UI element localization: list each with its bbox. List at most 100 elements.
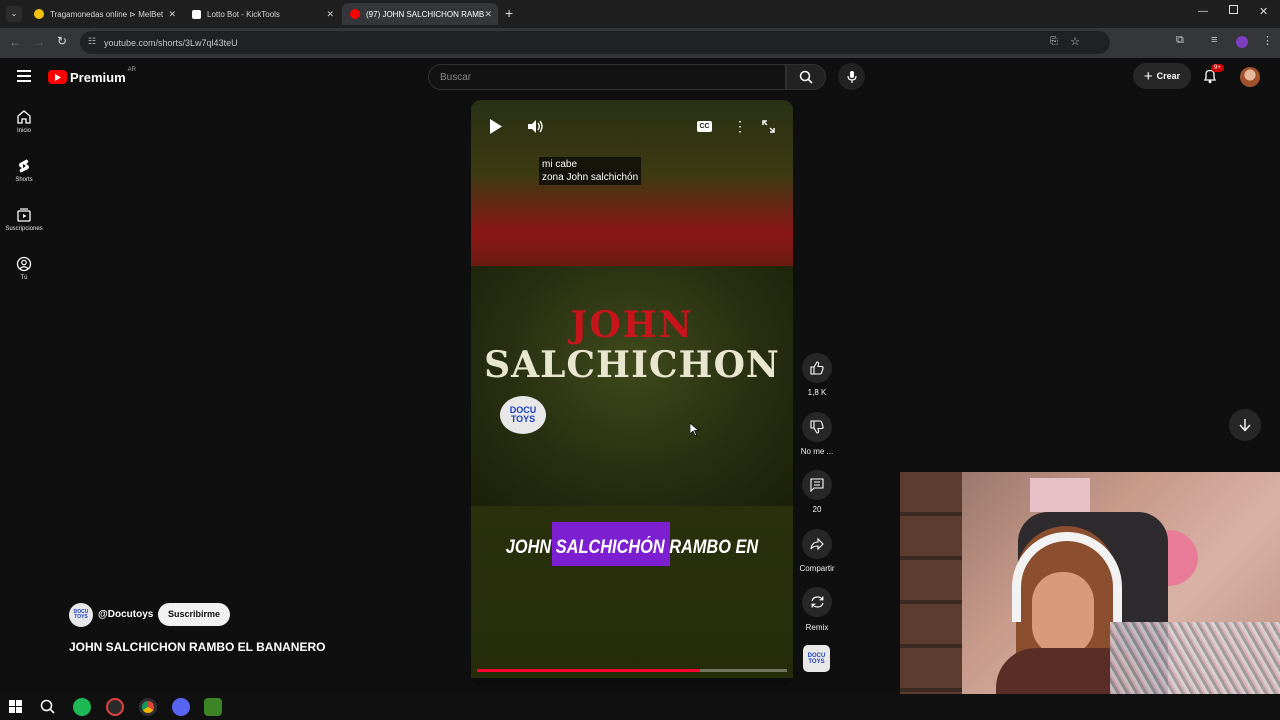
cc-icon: CC	[697, 121, 712, 132]
sidebar-item-label: Suscripciones	[5, 226, 43, 232]
you-icon	[16, 256, 32, 272]
arrow-down-icon	[1239, 419, 1251, 432]
webcam-overlay	[900, 472, 1280, 720]
play-button[interactable]	[489, 119, 503, 139]
comment-icon	[810, 478, 824, 492]
volume-icon	[528, 120, 543, 133]
channel-handle[interactable]: @Docutoys	[98, 609, 153, 620]
fullscreen-icon	[762, 120, 775, 133]
close-tab-icon[interactable]: ✕	[326, 9, 334, 20]
thumbs-down-icon	[810, 420, 824, 434]
browser-tab-1[interactable]: Tragamonedas online ⊳ MelBet ✕	[26, 3, 182, 25]
microphone-icon	[846, 70, 857, 83]
bookmark-star-icon[interactable]: ☆	[1070, 35, 1080, 48]
play-icon	[490, 119, 502, 134]
sidebar-item-shorts[interactable]: Shorts	[0, 158, 48, 183]
sidebar-item-label: Shorts	[15, 177, 33, 183]
avatar-badge-text: DOCU TOYS	[73, 609, 89, 620]
profile-avatar-icon[interactable]	[1236, 36, 1248, 48]
spotify-icon[interactable]	[73, 698, 91, 716]
webcam-wall-art	[1030, 478, 1090, 512]
logo-text: Premium	[70, 69, 126, 85]
voice-search-button[interactable]	[838, 63, 865, 90]
browser-menu-icon[interactable]: ⋮	[1262, 34, 1273, 47]
sidebar-item-tu[interactable]: Tú	[0, 256, 48, 281]
close-window-icon[interactable]: ✕	[1259, 5, 1268, 18]
hamburger-menu-icon[interactable]	[17, 70, 31, 82]
comments-button[interactable]	[802, 470, 832, 500]
next-video-button[interactable]	[1229, 409, 1261, 441]
video-title-top: JOHN	[570, 304, 694, 346]
shorts-icon	[19, 159, 29, 173]
minecraft-icon[interactable]	[204, 698, 222, 716]
shorts-video-player[interactable]: CC ⋮ mi cabe zona John salchichón JOHN S…	[471, 100, 793, 686]
search-input[interactable]: Buscar	[428, 64, 786, 90]
account-avatar[interactable]	[1240, 67, 1260, 87]
site-info-icon[interactable]: ☷	[88, 36, 96, 47]
discord-icon[interactable]	[172, 698, 190, 716]
back-icon[interactable]: ←	[9, 35, 21, 49]
melbet-favicon-icon	[34, 9, 44, 19]
forward-icon[interactable]: →	[33, 35, 45, 49]
remix-label: Remix	[805, 623, 829, 632]
search-button[interactable]	[786, 64, 826, 90]
dislike-button[interactable]	[802, 412, 832, 442]
close-tab-icon[interactable]: ✕	[484, 9, 492, 20]
media-controls-icon[interactable]: ≡	[1211, 34, 1217, 46]
channel-sound-thumbnail[interactable]: DOCU TOYS	[803, 645, 830, 672]
sidebar-item-label: Tú	[20, 275, 28, 281]
video-progress-track[interactable]	[477, 669, 787, 672]
windows-start-icon[interactable]	[9, 700, 22, 713]
install-app-icon[interactable]: ⎘	[1050, 36, 1058, 47]
more-options-icon[interactable]: ⋮	[733, 118, 747, 135]
like-button[interactable]	[802, 353, 832, 383]
short-title[interactable]: JOHN SALCHICHON RAMBO EL BANANERO	[69, 640, 325, 654]
close-tab-icon[interactable]: ✕	[168, 9, 176, 20]
sidebar-item-inicio[interactable]: Inicio	[0, 109, 48, 134]
sidebar-item-suscripciones[interactable]: Suscripciones	[0, 207, 48, 232]
remix-button[interactable]	[802, 587, 832, 617]
taskbar-search-icon[interactable]	[40, 699, 55, 714]
comment-count: 20	[812, 505, 822, 514]
share-button[interactable]	[802, 529, 832, 559]
volume-button[interactable]	[527, 119, 544, 139]
youtube-logo[interactable]: Premium AR	[48, 67, 136, 86]
youtube-favicon-icon	[350, 9, 360, 19]
remix-icon	[810, 596, 824, 608]
caption-line-2: zona John salchichón	[542, 172, 639, 183]
closed-caption-box: mi cabe zona John salchichón	[539, 157, 642, 185]
new-tab-icon[interactable]: +	[505, 5, 513, 21]
tab-title: Lotto Bot - KickTools	[207, 9, 280, 19]
subscribe-button[interactable]: Suscribirme	[158, 603, 230, 626]
sound-badge-text: DOCU TOYS	[807, 652, 826, 665]
app-icon[interactable]	[106, 698, 124, 716]
region-code: AR	[127, 67, 136, 73]
create-button[interactable]: + Crear	[1133, 63, 1191, 89]
extensions-icon[interactable]: ⧉	[1176, 34, 1184, 47]
tab-search-button[interactable]: ⌄	[6, 6, 22, 22]
thumbs-up-icon	[810, 361, 824, 375]
browser-tab-bar: ⌄ Tragamonedas online ⊳ MelBet ✕ Lotto B…	[0, 0, 1280, 28]
subscriptions-icon	[17, 208, 31, 222]
channel-avatar[interactable]: DOCU TOYS	[69, 603, 93, 627]
badge-text: DOCU TOYS	[509, 405, 537, 424]
reload-icon[interactable]: ↻	[57, 34, 67, 48]
like-count: 1,8 K	[807, 388, 827, 397]
player-bottom-bar	[471, 678, 793, 686]
captions-button[interactable]: CC	[697, 121, 712, 132]
tab-title: (97) JOHN SALCHICHON RAMB	[366, 9, 485, 19]
restore-window-icon[interactable]	[1229, 5, 1238, 14]
chrome-icon[interactable]	[139, 698, 157, 716]
video-progress-fill	[477, 669, 701, 672]
kicktools-favicon-icon	[192, 9, 201, 19]
tab-title: Tragamonedas online ⊳ MelBet	[50, 9, 164, 19]
browser-tab-2[interactable]: Lotto Bot - KickTools ✕	[184, 3, 340, 25]
minimize-window-icon[interactable]: —	[1198, 6, 1208, 17]
webcam-bookshelf	[900, 472, 962, 720]
url-input[interactable]: ☷ youtube.com/shorts/3Lw7ql43teU ⎘ ☆	[80, 31, 1110, 54]
share-icon	[810, 537, 824, 551]
share-label: Compartir	[799, 564, 835, 573]
fullscreen-button[interactable]	[762, 120, 775, 138]
browser-tab-3-active[interactable]: (97) JOHN SALCHICHON RAMB ✕	[342, 3, 498, 25]
notifications-button[interactable]: 9+	[1202, 64, 1224, 86]
